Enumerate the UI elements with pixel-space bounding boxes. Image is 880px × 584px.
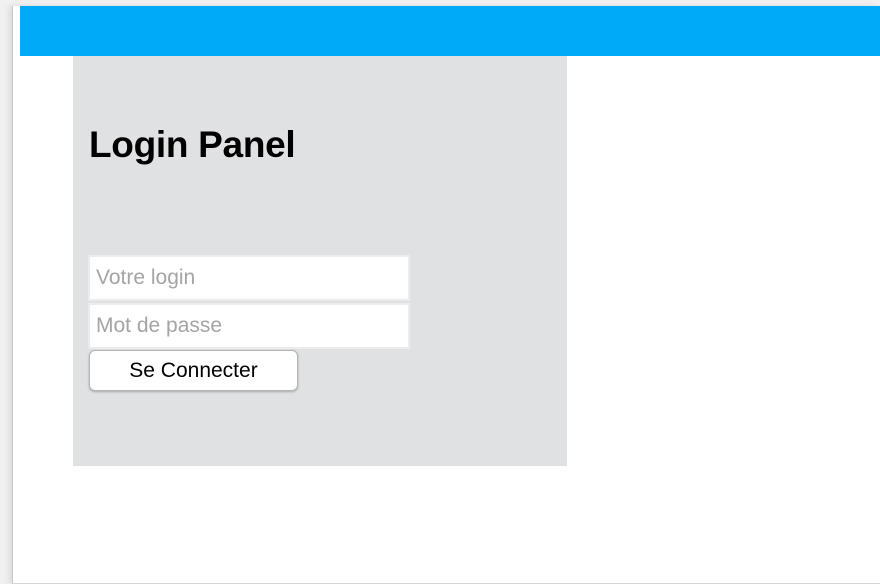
login-panel: Login Panel Se Connecter bbox=[73, 56, 567, 466]
browser-page: Login Panel Se Connecter bbox=[12, 6, 880, 584]
header-bar bbox=[20, 6, 880, 56]
connect-button[interactable]: Se Connecter bbox=[89, 350, 298, 391]
password-input[interactable] bbox=[88, 303, 410, 349]
panel-title: Login Panel bbox=[89, 124, 296, 165]
login-input[interactable] bbox=[88, 255, 410, 301]
